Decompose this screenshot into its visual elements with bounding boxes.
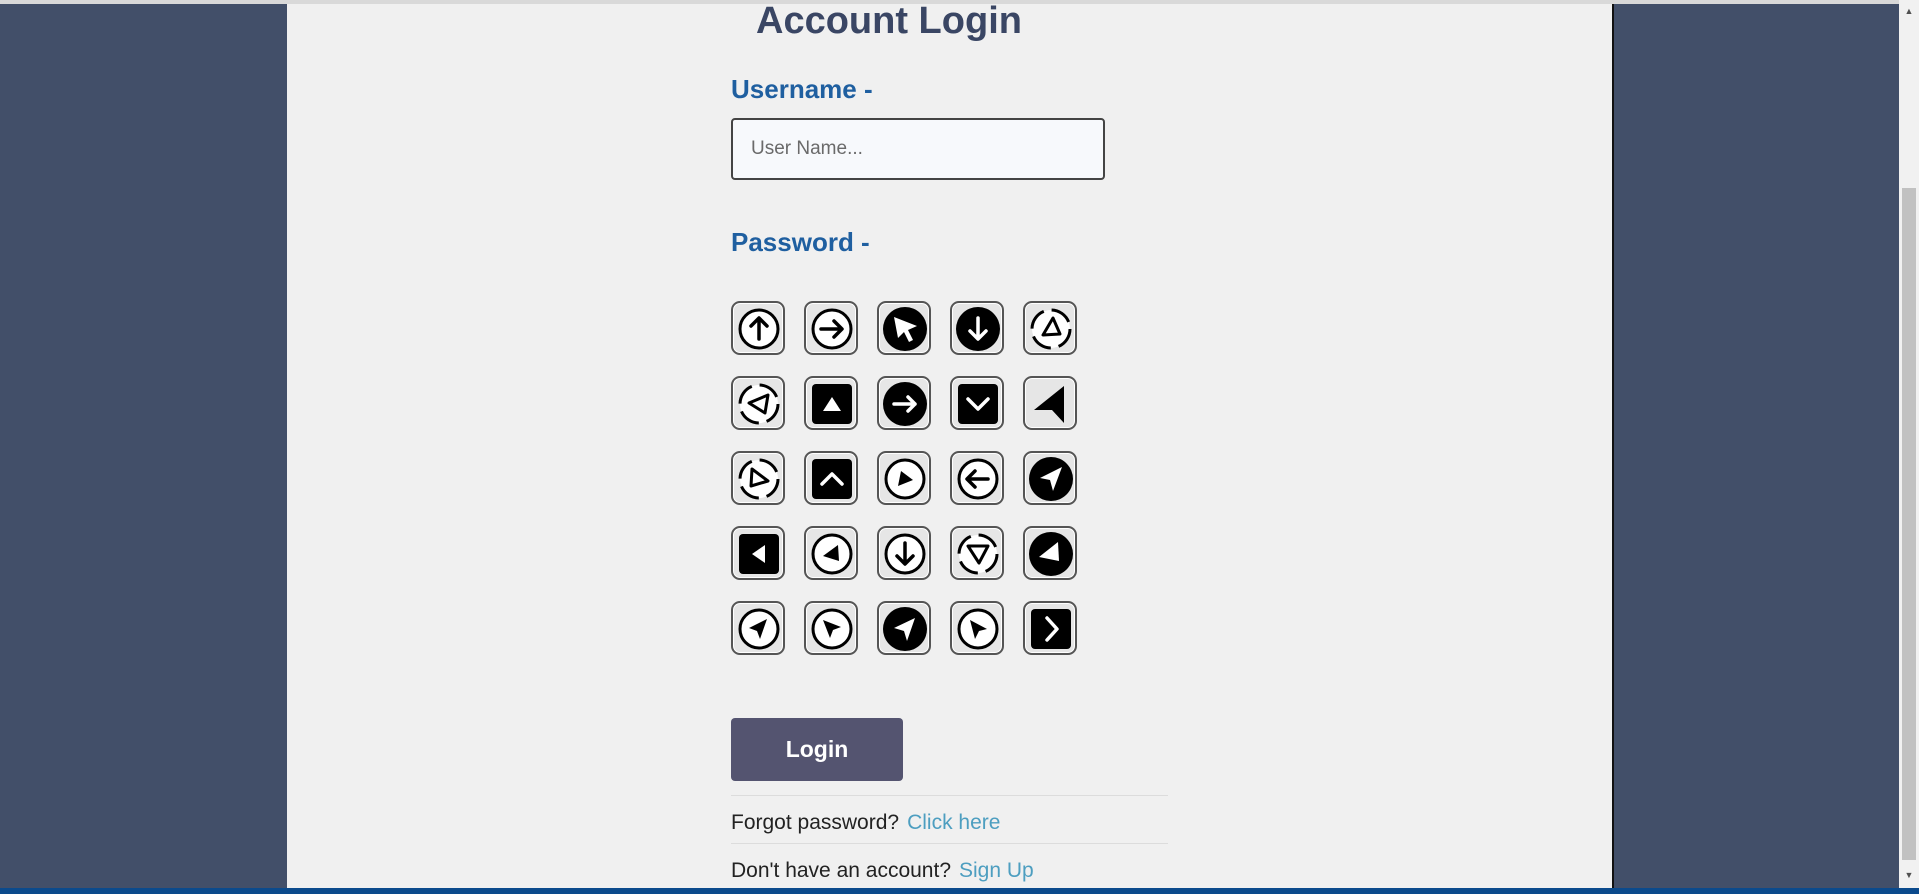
forgot-password-link[interactable]: Click here [907, 811, 1000, 834]
signup-row: Don't have an account? Sign Up [731, 859, 1034, 883]
password-label: Password - [731, 227, 870, 257]
arrow-right-circle-icon[interactable] [804, 301, 858, 355]
rotate-dashed-circle-icon[interactable] [950, 526, 1004, 580]
scroll-up-icon[interactable]: ▲ [1899, 4, 1919, 18]
arrow-down-filled-circle-icon[interactable] [950, 301, 1004, 355]
vertical-scrollbar[interactable]: ▲ ▼ [1899, 0, 1919, 888]
page-title: Account Login [756, 0, 1022, 42]
arrow-down-circle-icon[interactable] [877, 526, 931, 580]
play-circle-icon[interactable] [877, 451, 931, 505]
cursor-circle-icon[interactable] [804, 601, 858, 655]
rotate-dashed-circle-icon[interactable] [731, 451, 785, 505]
navigation-filled-circle-icon[interactable] [877, 601, 931, 655]
rotate-dashed-circle-icon[interactable] [1023, 301, 1077, 355]
taskbar-edge [0, 888, 1919, 894]
navigation-circle-icon[interactable] [731, 601, 785, 655]
login-button[interactable]: Login [731, 718, 903, 781]
forgot-password-text: Forgot password? [731, 811, 900, 834]
divider [731, 843, 1168, 844]
chevron-right-square-icon[interactable] [1023, 601, 1077, 655]
divider [731, 795, 1168, 796]
username-input[interactable] [731, 118, 1105, 180]
forgot-password-row: Forgot password? Click here [731, 811, 1000, 835]
cursor-circle-icon[interactable] [950, 601, 1004, 655]
rotate-dashed-circle-icon[interactable] [731, 376, 785, 430]
signup-text: Don't have an account? [731, 859, 951, 882]
arrow-up-circle-icon[interactable] [731, 301, 785, 355]
password-icon-grid [731, 301, 1091, 657]
navigation-filled-circle-icon[interactable] [1023, 451, 1077, 505]
arrow-right-filled-circle-icon[interactable] [877, 376, 931, 430]
chevron-down-square-icon[interactable] [950, 376, 1004, 430]
chevron-up-square-icon[interactable] [804, 451, 858, 505]
navigation-filled-icon[interactable] [1023, 376, 1077, 430]
signup-link[interactable]: Sign Up [959, 859, 1034, 882]
triangle-left-square-icon[interactable] [731, 526, 785, 580]
username-label: Username - [731, 74, 873, 104]
arrow-left-circle-icon[interactable] [950, 451, 1004, 505]
navigation-filled-circle-icon[interactable] [1023, 526, 1077, 580]
scroll-down-icon[interactable]: ▼ [1899, 868, 1919, 882]
scrollbar-thumb[interactable] [1902, 188, 1916, 860]
triangle-up-square-icon[interactable] [804, 376, 858, 430]
navigation-circle-icon[interactable] [804, 526, 858, 580]
cursor-filled-circle-icon[interactable] [877, 301, 931, 355]
